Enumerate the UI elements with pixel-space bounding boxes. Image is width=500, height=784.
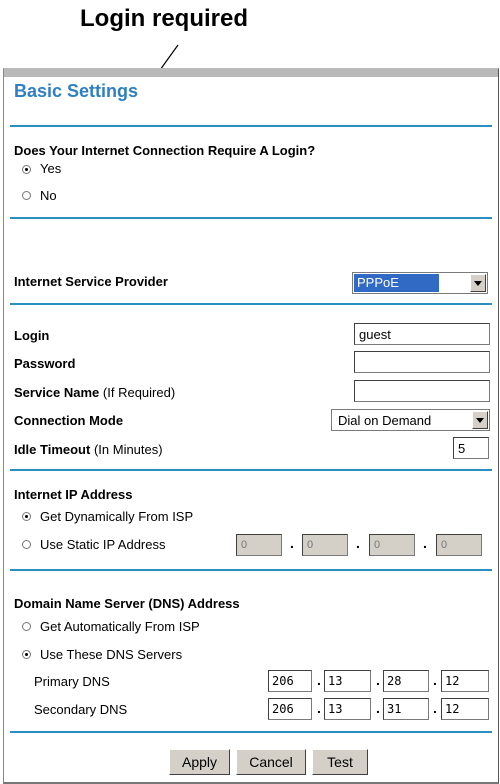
secondary-dns-octet-2[interactable]: [324, 698, 371, 720]
radio-dns-manual[interactable]: [22, 650, 31, 659]
service-name-label-text: Service Name: [14, 385, 100, 400]
service-name-hint: (If Required): [102, 385, 176, 400]
chevron-down-icon: [470, 274, 486, 292]
basic-settings-panel: Basic Settings Does Your Internet Connec…: [3, 68, 499, 784]
primary-dns-octet-3[interactable]: [383, 670, 429, 692]
annotation-title: Login required: [80, 5, 248, 32]
isp-select-value: PPPoE: [354, 274, 439, 292]
connection-mode-select[interactable]: Dial on Demand: [331, 409, 490, 431]
cancel-button[interactable]: Cancel: [236, 749, 306, 775]
ip-dot: .: [317, 700, 321, 716]
ip-dot: .: [433, 700, 437, 716]
static-ip-octet-3[interactable]: [369, 534, 415, 556]
radio-login-yes[interactable]: [22, 165, 31, 174]
radio-ip-static[interactable]: [22, 540, 31, 549]
ip-dot: .: [433, 672, 437, 688]
separator: [10, 469, 492, 471]
separator: [10, 569, 492, 571]
page-title: Basic Settings: [14, 81, 139, 101]
radio-dns-auto[interactable]: [22, 622, 31, 631]
ip-dot: .: [356, 535, 360, 551]
password-label: Password: [14, 356, 76, 371]
radio-ip-dynamic-label: Get Dynamically From ISP: [40, 509, 194, 524]
secondary-dns-octet-4[interactable]: [441, 698, 489, 720]
radio-dns-auto-label: Get Automatically From ISP: [40, 619, 200, 634]
chevron-down-icon: [472, 411, 488, 429]
radio-dns-manual-label: Use These DNS Servers: [40, 647, 183, 662]
dns-label: Domain Name Server (DNS) Address: [14, 596, 240, 611]
primary-dns-octet-2[interactable]: [324, 670, 371, 692]
radio-login-no-label: No: [40, 188, 57, 203]
password-field[interactable]: [354, 351, 490, 373]
static-ip-octet-1[interactable]: [236, 534, 282, 556]
static-ip-octet-4[interactable]: [436, 534, 482, 556]
ip-dot: .: [317, 672, 321, 688]
separator: [10, 303, 492, 305]
connection-mode-label: Connection Mode: [14, 413, 124, 428]
separator: [10, 731, 492, 733]
static-ip-octet-2[interactable]: [302, 534, 348, 556]
panel-top-bar: [4, 69, 498, 77]
idle-timeout-field[interactable]: [453, 437, 489, 459]
login-label: Login: [14, 328, 50, 343]
radio-login-no[interactable]: [22, 191, 31, 200]
idle-timeout-hint: (In Minutes): [93, 442, 163, 457]
connection-mode-value: Dial on Demand: [338, 413, 432, 428]
idle-timeout-label-text: Idle Timeout: [14, 442, 91, 457]
separator: [10, 125, 492, 127]
idle-timeout-label: Idle Timeout (In Minutes): [14, 442, 163, 457]
radio-ip-dynamic[interactable]: [22, 512, 31, 521]
primary-dns-octet-4[interactable]: [441, 670, 489, 692]
ip-dot: .: [376, 700, 380, 716]
service-name-label: Service Name (If Required): [14, 385, 175, 400]
ip-dot: .: [290, 535, 294, 551]
primary-dns-label: Primary DNS: [34, 674, 110, 689]
service-name-field[interactable]: [354, 380, 490, 402]
isp-label: Internet Service Provider: [14, 274, 168, 289]
ip-dot: .: [423, 535, 427, 551]
radio-login-yes-label: Yes: [40, 161, 62, 176]
login-field[interactable]: [354, 323, 490, 345]
primary-dns-octet-1[interactable]: [268, 670, 312, 692]
radio-ip-static-label: Use Static IP Address: [40, 537, 166, 552]
secondary-dns-octet-1[interactable]: [268, 698, 312, 720]
internet-ip-label: Internet IP Address: [14, 487, 133, 502]
ip-dot: .: [376, 672, 380, 688]
isp-select[interactable]: PPPoE: [352, 272, 488, 294]
login-question-label: Does Your Internet Connection Require A …: [14, 143, 316, 158]
test-button[interactable]: Test: [312, 749, 368, 775]
secondary-dns-label: Secondary DNS: [34, 702, 128, 717]
secondary-dns-octet-3[interactable]: [383, 698, 429, 720]
separator: [10, 217, 492, 219]
apply-button[interactable]: Apply: [169, 749, 230, 775]
